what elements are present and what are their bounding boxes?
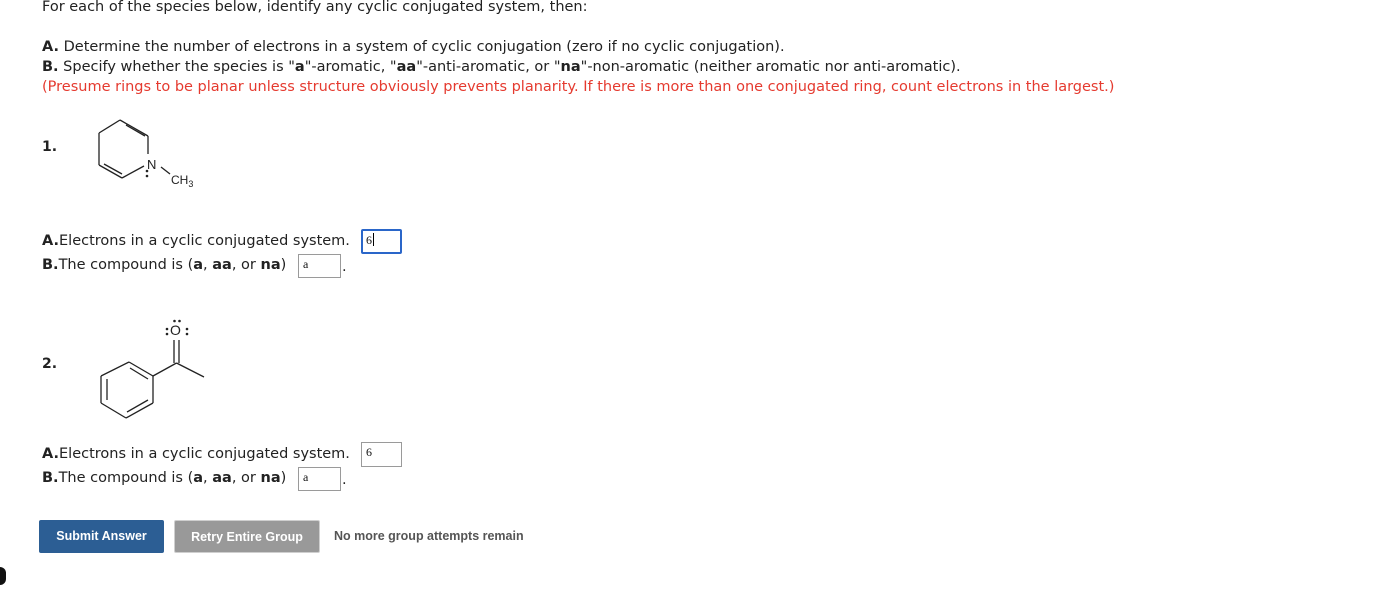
q1-methyl-label: CH3 xyxy=(171,173,193,189)
q1-a-label: A. xyxy=(42,233,59,249)
text-caret xyxy=(373,233,374,246)
question-2-number: 2. xyxy=(42,356,58,372)
q2-a-label: A. xyxy=(42,446,59,462)
instruction-b-text: "-anti-aromatic, or " xyxy=(416,59,561,75)
retry-group-button[interactable]: Retry Entire Group xyxy=(174,520,320,553)
question-2-part-b: B.The compound is (a, aa, or na) xyxy=(42,468,286,488)
question-1-structure: N CH3 xyxy=(98,119,193,189)
question-1-part-b: B.The compound is (a, aa, or na) xyxy=(42,255,286,275)
question-2-structure: O xyxy=(100,319,205,419)
question-1-number: 1. xyxy=(42,139,58,155)
instruction-b-text: Specify whether the species is " xyxy=(58,59,295,75)
question-1-part-a: A.Electrons in a cyclic conjugated syste… xyxy=(42,231,350,251)
q1-nitrogen-label: N xyxy=(147,157,156,172)
q1-b-aa: aa xyxy=(212,257,232,273)
q2-b-sep: , xyxy=(203,470,213,486)
intro-text: For each of the species below, identify … xyxy=(42,0,588,15)
attempts-status-text: No more group attempts remain xyxy=(334,529,524,543)
question-1-electrons-input[interactable]: 6 xyxy=(361,229,402,254)
instruction-a: A. Determine the number of electrons in … xyxy=(42,37,785,57)
q2-aromaticity-value: a xyxy=(303,470,309,484)
question-1-aromaticity-input[interactable]: a xyxy=(298,254,341,278)
q1-methyl-ch: CH xyxy=(171,173,188,187)
q2-b-sep: , or xyxy=(231,470,261,486)
question-2-electrons-input[interactable]: 6 xyxy=(361,442,402,467)
instruction-b-na: na xyxy=(560,59,581,75)
planarity-note: (Presume rings to be planar unless struc… xyxy=(42,79,1115,95)
question-2-aromaticity-input[interactable]: a xyxy=(298,467,341,491)
q2-oxygen-label: O xyxy=(170,322,181,338)
q2-b-aa: aa xyxy=(212,470,232,486)
q1-b-sep: , xyxy=(203,257,213,273)
q1-b-label: B. xyxy=(42,257,59,273)
instruction-b-a: a xyxy=(294,59,305,75)
instruction-b: B. Specify whether the species is "a"-ar… xyxy=(42,57,961,77)
q1-b-a: a xyxy=(193,257,204,273)
q1-electrons-value: 6 xyxy=(366,233,372,247)
q1-b-period: . xyxy=(342,259,347,275)
edge-artifact xyxy=(0,567,6,585)
instruction-a-text: Determine the number of electrons in a s… xyxy=(59,39,785,55)
q2-electrons-value: 6 xyxy=(366,445,372,459)
q2-b-label: B. xyxy=(42,470,59,486)
q1-b-text: The compound is ( xyxy=(58,257,194,273)
q2-b-text: The compound is ( xyxy=(58,470,194,486)
instruction-b-text: "-non-aromatic (neither aromatic nor ant… xyxy=(580,59,961,75)
q1-aromaticity-value: a xyxy=(303,257,309,271)
q2-b-a: a xyxy=(193,470,204,486)
instruction-b-text: "-aromatic, " xyxy=(304,59,397,75)
instruction-b-aa: aa xyxy=(396,59,417,75)
instruction-b-label: B. xyxy=(42,59,59,75)
q2-a-text: Electrons in a cyclic conjugated system. xyxy=(59,446,350,462)
instruction-a-label: A. xyxy=(42,39,59,55)
question-2-part-a: A.Electrons in a cyclic conjugated syste… xyxy=(42,444,350,464)
q1-b-na: na xyxy=(260,257,281,273)
q2-b-na: na xyxy=(260,470,281,486)
q2-b-close: ) xyxy=(280,470,287,486)
q1-a-text: Electrons in a cyclic conjugated system. xyxy=(59,233,350,249)
submit-answer-button[interactable]: Submit Answer xyxy=(39,520,164,553)
q1-b-sep: , or xyxy=(231,257,261,273)
q2-b-period: . xyxy=(342,472,347,488)
q1-b-close: ) xyxy=(280,257,287,273)
q1-methyl-subscript: 3 xyxy=(188,179,193,189)
